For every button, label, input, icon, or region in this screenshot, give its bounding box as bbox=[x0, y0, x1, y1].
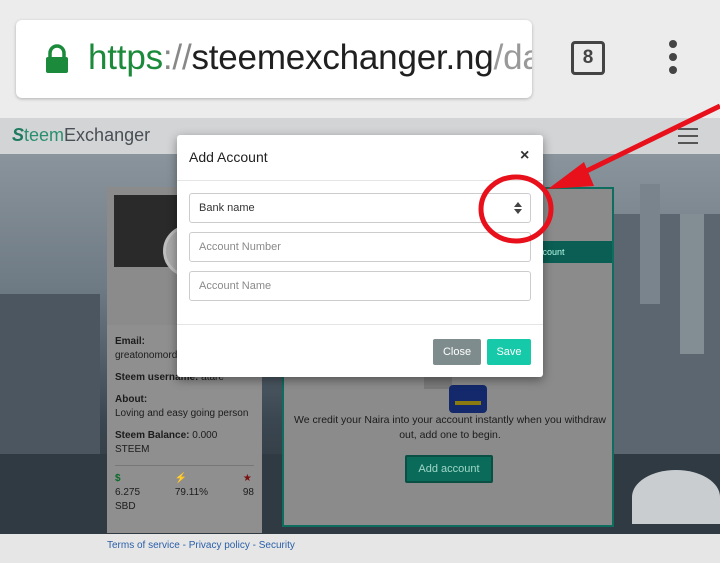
browser-chrome: https://steemexchanger.ng/da 8 bbox=[0, 0, 720, 118]
lightning-icon: ⚡ bbox=[174, 473, 188, 484]
account-number-input[interactable]: Account Number bbox=[189, 232, 531, 262]
select-arrows-icon bbox=[514, 202, 522, 214]
security-link[interactable]: Security bbox=[259, 540, 295, 551]
modal-title: Add Account bbox=[189, 149, 268, 165]
sbd-stat: $6.275 SBD bbox=[115, 473, 141, 512]
divider bbox=[177, 180, 543, 181]
about-value: Loving and easy going person bbox=[115, 408, 249, 419]
hamburger-menu-icon[interactable] bbox=[678, 128, 698, 144]
voting-power-stat: ⚡ 79.11% bbox=[174, 473, 209, 498]
close-button[interactable]: Close bbox=[433, 339, 481, 365]
add-account-button[interactable]: Add account bbox=[405, 455, 493, 483]
dollar-icon: $ bbox=[115, 473, 121, 484]
lock-icon bbox=[46, 44, 68, 73]
footer-links: Terms of service - Privacy policy - Secu… bbox=[107, 540, 295, 551]
about-label: About: bbox=[115, 394, 148, 405]
balance-label: Steem Balance: bbox=[115, 430, 190, 441]
credit-card-icon bbox=[449, 385, 487, 413]
url-text: https://steemexchanger.ng/da bbox=[88, 38, 532, 77]
footer: Terms of service - Privacy policy - Secu… bbox=[0, 534, 720, 563]
star-icon: ★ bbox=[242, 473, 252, 484]
profile-stats: $6.275 SBD ⚡ 79.11% ★ 98 bbox=[115, 465, 254, 514]
account-name-input[interactable]: Account Name bbox=[189, 271, 531, 301]
terms-link[interactable]: Terms of service bbox=[107, 540, 180, 551]
email-value: greatonomord bbox=[115, 350, 178, 361]
site-logo[interactable]: SteemExchanger bbox=[12, 125, 150, 146]
account-description: We credit your Naira into your account i… bbox=[293, 414, 607, 441]
privacy-link[interactable]: Privacy policy bbox=[189, 540, 250, 551]
save-button[interactable]: Save bbox=[487, 339, 531, 365]
divider bbox=[177, 324, 543, 325]
browser-menu-icon[interactable] bbox=[669, 40, 679, 76]
tab-switcher-button[interactable]: 8 bbox=[571, 41, 605, 75]
bank-name-select[interactable]: Bank name bbox=[189, 193, 531, 223]
address-bar[interactable]: https://steemexchanger.ng/da bbox=[16, 20, 532, 98]
reputation-stat: ★ 98 bbox=[242, 473, 254, 498]
email-label: Email: bbox=[115, 336, 146, 347]
modal-close-icon[interactable]: × bbox=[520, 147, 529, 165]
add-account-modal: Add Account × Bank name Account Number A… bbox=[177, 135, 543, 377]
